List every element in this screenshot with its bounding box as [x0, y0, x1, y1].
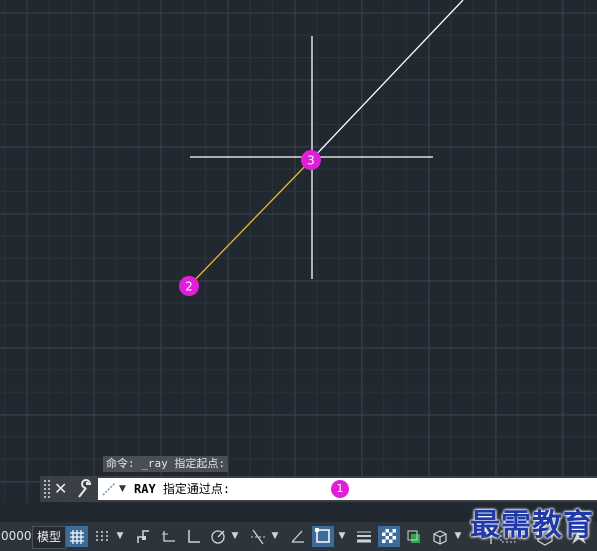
object-snap-dropdown-icon[interactable]: ▼: [337, 526, 347, 547]
svg-text:3: 3: [307, 154, 315, 168]
close-icon[interactable]: ✕: [54, 478, 67, 500]
transparency-icon[interactable]: [378, 526, 400, 547]
object-snap-tracking-icon[interactable]: [247, 526, 269, 547]
marker-3: 3: [301, 150, 321, 170]
command-name: RAY: [134, 482, 156, 496]
coordinates-readout[interactable]: 0000: [0, 522, 32, 551]
tracking-dropdown-icon[interactable]: ▼: [270, 526, 280, 547]
polar-icon[interactable]: [207, 526, 229, 547]
polar-dropdown-icon[interactable]: ▼: [230, 526, 240, 547]
grid-lines: [0, 0, 597, 503]
model-tab[interactable]: 模型: [32, 526, 67, 549]
dynamic-ucs-icon[interactable]: [158, 526, 180, 547]
object-snap-icon[interactable]: [312, 526, 334, 547]
angle-icon[interactable]: [287, 526, 309, 547]
command-prompt: RAY 指定通过点:: [134, 478, 230, 500]
selection-cycling-icon[interactable]: [403, 526, 425, 547]
lineweight-icon[interactable]: [353, 526, 375, 547]
snap-dropdown-icon[interactable]: ▼: [115, 526, 125, 547]
command-line-bar[interactable]: ✕ ▼ RAY 指定通过点: 1: [40, 476, 597, 502]
recent-commands-dropdown-icon[interactable]: ▼: [119, 481, 126, 497]
3d-snap-dropdown-icon[interactable]: ▼: [453, 526, 463, 547]
watermark-logo: 最需教育: [470, 508, 594, 543]
grid-icon[interactable]: [66, 526, 88, 547]
drawing-canvas[interactable]: 2 3: [0, 0, 597, 503]
marker-2: 2: [179, 276, 199, 296]
ortho-icon[interactable]: [183, 526, 205, 547]
command-history: 命令: _ray 指定起点:: [103, 456, 228, 472]
infer-icon[interactable]: [133, 526, 155, 547]
drag-handle-icon[interactable]: [44, 480, 50, 498]
command-input[interactable]: ▼ RAY 指定通过点: 1: [98, 478, 597, 500]
ray-command-icon[interactable]: [101, 481, 117, 497]
prompt-text: 指定通过点:: [162, 482, 231, 496]
svg-text:2: 2: [185, 280, 193, 294]
marker-1: 1: [331, 480, 349, 498]
customize-wrench-icon[interactable]: [76, 479, 94, 499]
3d-object-snap-icon[interactable]: [429, 526, 451, 547]
snap-icon[interactable]: [91, 526, 113, 547]
